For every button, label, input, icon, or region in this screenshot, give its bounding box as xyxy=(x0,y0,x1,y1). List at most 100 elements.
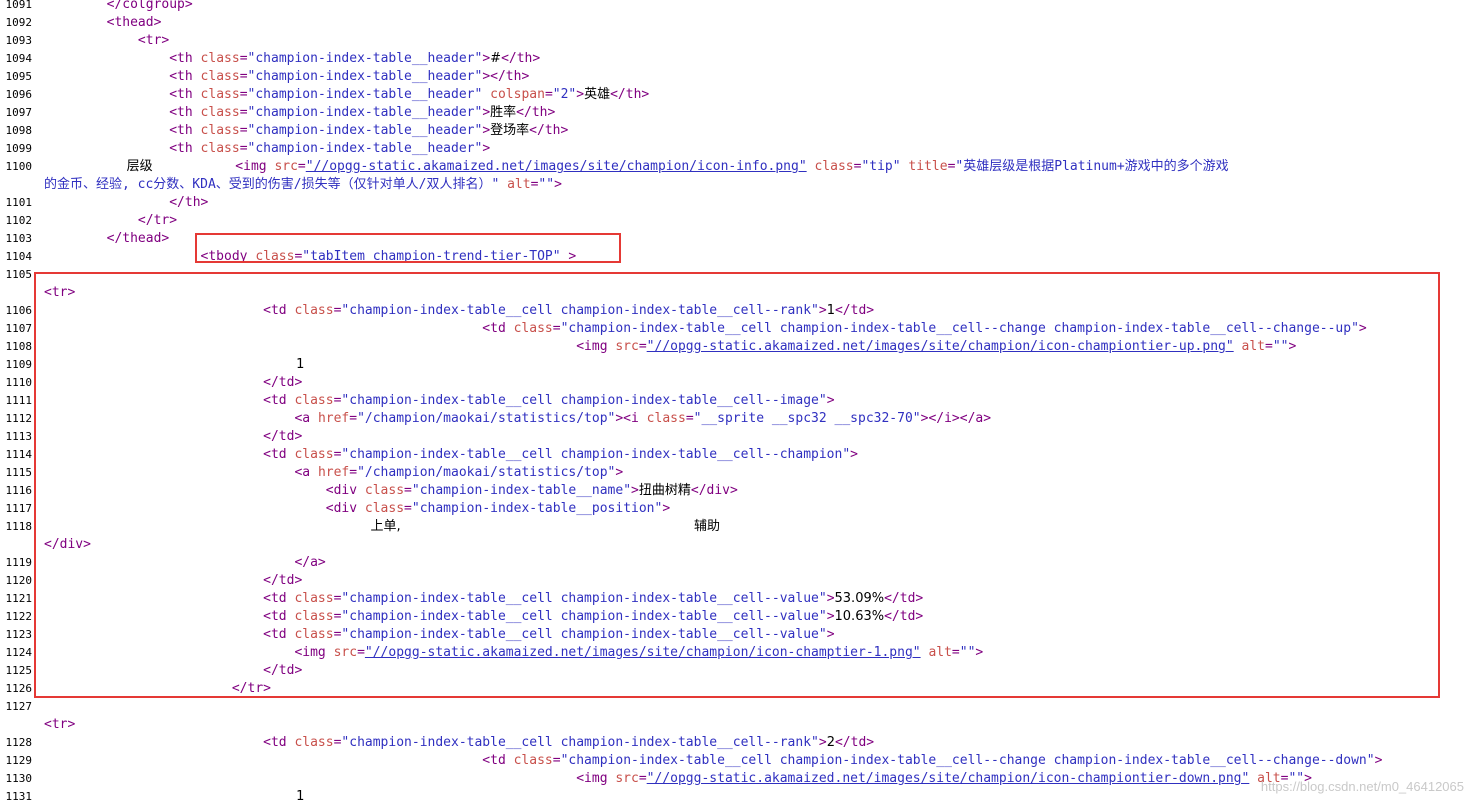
code-token-tag: <th xyxy=(44,69,201,84)
code-token-tag: <th xyxy=(44,51,201,66)
line-number: 1104 xyxy=(5,250,33,263)
code-line: 1100 层级 <img src="//opgg-static.akamaize… xyxy=(0,158,1472,176)
code-token-val: 的金币、经验, cc分数、KDA、受到的伤害/损失等（仅针对单人/双人排名）" xyxy=(44,177,500,192)
line-number: 1120 xyxy=(5,574,33,587)
code-line: 1096 <th class="champion-index-table__he… xyxy=(0,86,1472,104)
code-line: 1093 <tr> xyxy=(0,32,1472,50)
code-token-txt: # xyxy=(490,51,502,66)
code-token-val: "champion-index-table__header" xyxy=(247,123,483,138)
code-text: <thead> xyxy=(44,14,162,32)
code-token-attr: src xyxy=(274,159,298,174)
code-token-val: "champion-index-table__header" xyxy=(247,87,483,102)
code-text: </th> xyxy=(44,194,208,212)
code-token-tag: > xyxy=(482,51,491,66)
code-token-txt: 层级 xyxy=(44,159,236,174)
line-number: 1114 xyxy=(5,448,33,461)
code-token-tag: <th xyxy=(44,87,201,102)
code-token-tag: </th> xyxy=(501,51,541,66)
watermark: https://blog.csdn.net/m0_46412065 xyxy=(1260,779,1464,794)
code-token-attr: colspan xyxy=(490,87,545,102)
line-number: 1130 xyxy=(5,772,33,785)
line-number: 1129 xyxy=(5,754,33,767)
code-line: 1101 </th> xyxy=(0,194,1472,212)
line-number: 1092 xyxy=(5,16,33,29)
line-number: 1128 xyxy=(5,736,33,749)
code-token-tag: = xyxy=(239,105,248,120)
code-text: <tr> xyxy=(44,716,75,734)
code-token-attr: title xyxy=(908,159,948,174)
code-token-tag: = xyxy=(239,87,248,102)
line-number: 1119 xyxy=(5,556,33,569)
line-number: 1124 xyxy=(5,646,33,659)
line-number: 1100 xyxy=(5,160,33,173)
code-token-tag: > xyxy=(818,735,827,750)
line-number: 1123 xyxy=(5,628,33,641)
line-number: 1116 xyxy=(5,484,33,497)
line-number: 1094 xyxy=(5,52,33,65)
line-number: 1098 xyxy=(5,124,33,137)
code-text: 层级 <img src="//opgg-static.akamaized.net… xyxy=(44,158,1229,176)
code-token-link[interactable]: "//opgg-static.akamaized.net/images/site… xyxy=(306,159,807,174)
code-token-tag: </thead> xyxy=(44,231,170,246)
code-token-attr: class xyxy=(814,159,854,174)
code-token-tag: <th xyxy=(44,141,201,156)
code-token-attr: class xyxy=(200,105,240,120)
code-line: 1102 </tr> xyxy=(0,212,1472,230)
code-token-tag: = xyxy=(239,141,248,156)
code-token-tag: = xyxy=(552,753,561,768)
line-number: 1107 xyxy=(5,322,33,335)
code-token-tag: > xyxy=(482,123,491,138)
code-text: <img src="//opgg-static.akamaized.net/im… xyxy=(44,770,1312,788)
code-token-attr: class xyxy=(200,87,240,102)
code-token-tag: > xyxy=(482,141,491,156)
code-token-val: "champion-index-table__header" xyxy=(247,105,483,120)
code-token-tag: <tr> xyxy=(44,33,170,48)
line-number: 1093 xyxy=(5,34,33,47)
code-token-tag: <tr> xyxy=(44,717,76,732)
code-token-tag: = xyxy=(239,123,248,138)
code-token-attr: class xyxy=(200,141,240,156)
code-text: </colgroup> xyxy=(44,0,193,14)
tr-highlight-box xyxy=(34,272,1440,698)
code-line: 1127 xyxy=(0,698,1472,716)
line-number: 1110 xyxy=(5,376,33,389)
line-number: 1101 xyxy=(5,196,33,209)
code-token-txt: 胜率 xyxy=(490,105,517,120)
code-token-attr: class xyxy=(513,753,553,768)
line-number: 1109 xyxy=(5,358,33,371)
code-token-tag: </th> xyxy=(529,123,569,138)
code-token-val: "champion-index-table__header" xyxy=(247,141,483,156)
code-line: <tr> xyxy=(0,716,1472,734)
code-token-val: "champion-index-table__cell champion-ind… xyxy=(341,735,819,750)
code-line: 1131 1 xyxy=(0,788,1472,800)
line-number: 1106 xyxy=(5,304,33,317)
line-number: 1096 xyxy=(5,88,33,101)
code-line: 1094 <th class="champion-index-table__he… xyxy=(0,50,1472,68)
code-token-tag: > xyxy=(482,105,491,120)
line-number: 1125 xyxy=(5,664,33,677)
code-text: <th class="champion-index-table__header"… xyxy=(44,86,649,104)
code-token-tag: = xyxy=(239,51,248,66)
code-token-tag: </td> xyxy=(834,735,875,750)
code-token-val: "tip" xyxy=(861,159,901,174)
code-token-tag xyxy=(499,177,507,192)
code-text: <th class="champion-index-table__header"… xyxy=(44,140,490,158)
code-line: 1098 <th class="champion-index-table__he… xyxy=(0,122,1472,140)
line-number: 1131 xyxy=(5,790,33,800)
code-token-tag: = xyxy=(544,87,553,102)
code-token-link[interactable]: "//opgg-static.akamaized.net/images/site… xyxy=(647,771,1250,786)
code-token-tag: </tr> xyxy=(44,213,178,228)
code-text: <th class="champion-index-table__header"… xyxy=(44,104,555,122)
line-number: 1095 xyxy=(5,70,33,83)
line-number: 1111 xyxy=(5,394,33,407)
code-token-tag: <img xyxy=(44,771,616,786)
line-number: 1105 xyxy=(5,268,33,281)
code-token-tag xyxy=(1249,771,1257,786)
code-token-attr: src xyxy=(615,771,639,786)
code-line: 1099 <th class="champion-index-table__he… xyxy=(0,140,1472,158)
code-token-tag: <th xyxy=(44,105,201,120)
line-number: 1118 xyxy=(5,520,33,533)
code-token-txt: 英雄 xyxy=(584,87,611,102)
code-token-tag: > xyxy=(576,87,585,102)
code-line: 的金币、经验, cc分数、KDA、受到的伤害/损失等（仅针对单人/双人排名）" … xyxy=(0,176,1472,194)
